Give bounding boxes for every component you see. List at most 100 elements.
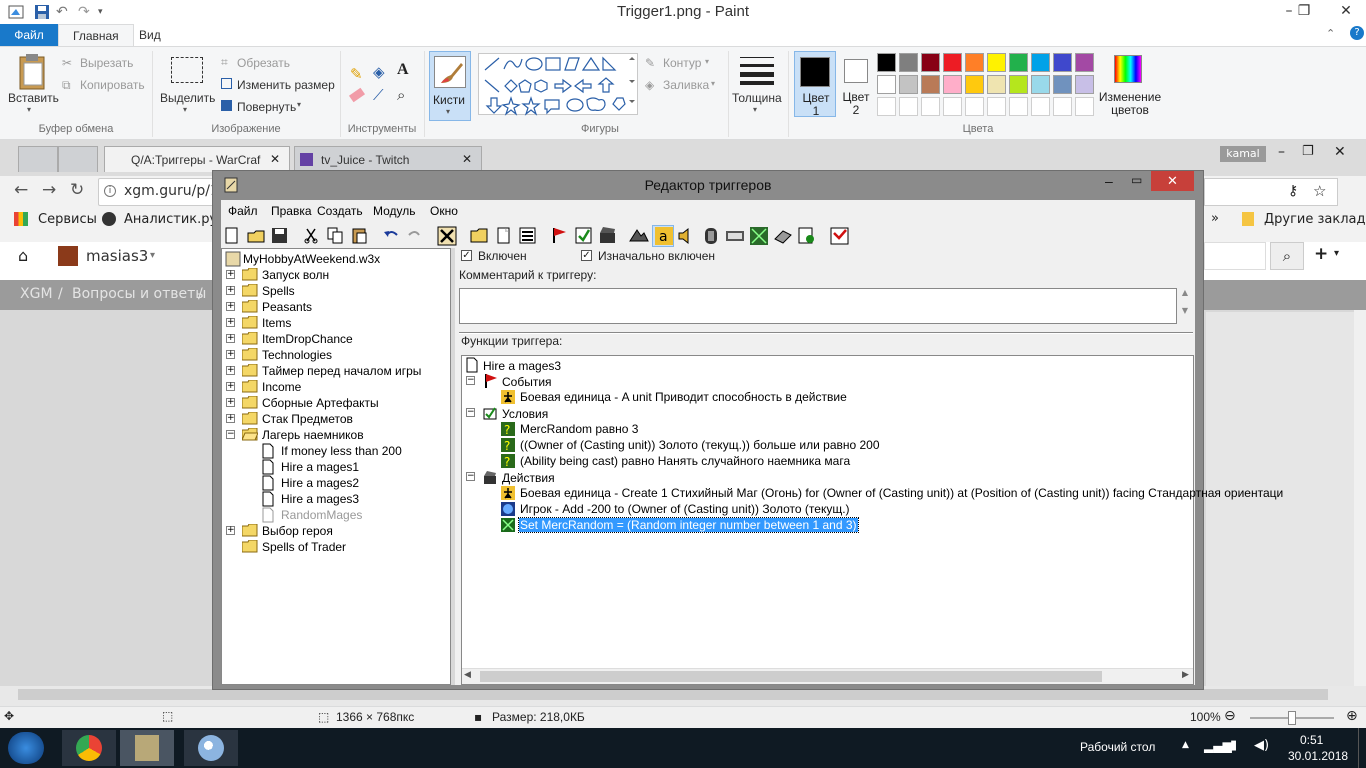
tab-close-icon[interactable]: ✕ — [270, 152, 280, 166]
canvas-hscroll-thumb[interactable] — [18, 689, 1328, 700]
palette-swatch[interactable] — [943, 75, 962, 94]
reload-icon[interactable]: ↻ — [70, 180, 84, 200]
zoom-slider-thumb[interactable] — [1288, 711, 1296, 725]
object-icon[interactable] — [700, 225, 722, 247]
forward-icon[interactable]: → — [42, 180, 56, 200]
close-button[interactable]: ✕ — [1326, 0, 1366, 22]
color2-swatch[interactable] — [844, 59, 868, 83]
resize-button[interactable]: Изменить размер — [237, 78, 335, 92]
color-picker-icon[interactable]: ⟋ — [373, 87, 384, 104]
collapse-ribbon-icon[interactable]: ⌃ — [1326, 27, 1335, 40]
palette-swatch-empty[interactable] — [1009, 97, 1028, 116]
tree-folder[interactable]: Technologies — [262, 348, 332, 362]
redo-icon[interactable] — [405, 225, 427, 247]
palette-swatch[interactable] — [899, 53, 918, 72]
palette-swatch-empty[interactable] — [921, 97, 940, 116]
section-label[interactable]: Действия — [502, 471, 555, 485]
color1-button[interactable]: Цвет 1 — [794, 51, 836, 118]
palette-swatch[interactable] — [1031, 75, 1050, 94]
splitter[interactable] — [451, 248, 455, 685]
scroll-left-icon[interactable]: ◀ — [464, 670, 471, 680]
zoom-in-icon[interactable]: ⊕ — [1346, 708, 1358, 724]
expand-toggle-icon[interactable]: − — [226, 430, 235, 439]
pinned-tab[interactable] — [58, 146, 98, 172]
tree-folder[interactable]: ItemDropChance — [262, 332, 353, 346]
maximize-button[interactable]: ❐ — [1289, 0, 1319, 22]
new-trigger-icon[interactable] — [493, 225, 515, 247]
palette-swatch-empty[interactable] — [1053, 97, 1072, 116]
fill-button[interactable]: Заливка — [663, 78, 709, 92]
star-icon[interactable]: ☆ — [1313, 182, 1326, 200]
new-icon[interactable] — [221, 225, 243, 247]
tab-xgm[interactable]: Q/A:Триггеры - WarCraf — [104, 146, 290, 172]
browser-minimize-button[interactable]: – — [1278, 144, 1285, 160]
bookmark-analistik[interactable]: Аналистик.ру — [124, 212, 217, 227]
tree-root[interactable]: MyHobbyAtWeekend.w3x — [243, 252, 380, 266]
expand-toggle-icon[interactable]: + — [226, 414, 235, 423]
crop-button[interactable]: Обрезать — [237, 56, 290, 70]
palette-swatch[interactable] — [899, 75, 918, 94]
condition-item[interactable]: ((Owner of (Casting unit)) Золото (текущ… — [519, 438, 881, 452]
tree-folder[interactable]: Стак Предметов — [262, 412, 353, 426]
tray-expand-icon[interactable]: ▲ — [1182, 740, 1189, 750]
section-label[interactable]: События — [502, 375, 552, 389]
paint-taskbar-button[interactable] — [184, 730, 238, 766]
fill-bucket-icon[interactable]: ◈ — [373, 63, 385, 81]
new-event-icon[interactable] — [549, 225, 571, 247]
pinned-tab[interactable] — [18, 146, 58, 172]
initially-enabled-checkbox[interactable]: ✓ — [581, 250, 592, 261]
help-icon[interactable]: ? — [1350, 26, 1364, 40]
size-icon[interactable] — [740, 55, 774, 85]
tab-close-icon[interactable]: ✕ — [462, 152, 472, 166]
expand-toggle-icon[interactable]: + — [226, 286, 235, 295]
eraser-icon[interactable] — [348, 87, 366, 103]
menu-create[interactable]: Создать — [317, 204, 363, 218]
palette-swatch[interactable] — [921, 75, 940, 94]
color2-label[interactable]: Цвет 2 — [841, 91, 871, 117]
collapse-toggle-icon[interactable]: − — [466, 472, 475, 481]
import-icon[interactable] — [724, 225, 746, 247]
breadcrumb-xgm[interactable]: XGM — [20, 286, 53, 302]
undo-icon[interactable] — [381, 225, 403, 247]
tree-folder[interactable]: Items — [262, 316, 291, 330]
site-search-icon[interactable]: ⌕ — [1270, 242, 1304, 270]
tree-trigger[interactable]: If money less than 200 — [281, 444, 402, 458]
functions-hscrollbar[interactable]: ◀ ▶ — [462, 668, 1193, 684]
edit-colors-button[interactable]: Изменение цветов — [1098, 91, 1162, 117]
brushes-button[interactable]: Кисти ▾ — [429, 51, 471, 121]
copy-button[interactable]: Копировать — [80, 78, 145, 92]
signal-icon[interactable]: ▂▄▆ — [1204, 739, 1232, 753]
palette-swatch-empty[interactable] — [1031, 97, 1050, 116]
tab-view[interactable]: Вид — [125, 24, 175, 47]
start-button[interactable] — [8, 732, 44, 764]
palette-swatch-empty[interactable] — [987, 97, 1006, 116]
browser-scrollbar[interactable] — [1354, 310, 1366, 688]
address-text[interactable]: xgm.guru/p/1( — [124, 183, 224, 199]
browser-maximize-button[interactable]: ❐ — [1302, 144, 1314, 159]
palette-swatch[interactable] — [965, 53, 984, 72]
enabled-checkbox[interactable]: ✓ — [461, 250, 472, 261]
menu-module[interactable]: Модуль — [373, 204, 416, 218]
functions-hscroll-thumb[interactable] — [480, 671, 1102, 682]
home-icon[interactable]: ⌂ — [18, 246, 28, 265]
unit-icon[interactable]: a — [652, 225, 674, 247]
tree-folder[interactable]: Income — [262, 380, 301, 394]
test-map-icon[interactable] — [796, 225, 818, 247]
paste-icon[interactable] — [349, 225, 371, 247]
outline-dropdown-icon[interactable]: ▾ — [705, 57, 709, 66]
clock-date[interactable]: 30.01.2018 — [1288, 749, 1348, 763]
action-item[interactable]: Боевая единица - Create 1 Стихийный Маг … — [519, 486, 1284, 500]
tab-home[interactable]: Главная — [58, 24, 134, 48]
event-item[interactable]: Боевая единица - A unit Приводит способн… — [519, 390, 848, 404]
select-icon[interactable] — [171, 57, 203, 83]
bookmark-other[interactable]: Другие заклад — [1264, 212, 1366, 227]
comment-scrollbar[interactable]: ▲ ▼ — [1179, 288, 1191, 324]
tree-trigger[interactable]: Hire a mages3 — [281, 492, 359, 506]
condition-item[interactable]: MercRandom равно 3 — [519, 422, 639, 436]
editor-minimize-button[interactable]: – — [1105, 173, 1113, 189]
action-item[interactable]: Игрок - Add -200 to (Owner of (Casting u… — [519, 502, 851, 516]
palette-swatch[interactable] — [987, 53, 1006, 72]
site-username[interactable]: masias3 — [86, 247, 148, 265]
palette-swatch[interactable] — [1053, 75, 1072, 94]
palette-swatch-empty[interactable] — [965, 97, 984, 116]
